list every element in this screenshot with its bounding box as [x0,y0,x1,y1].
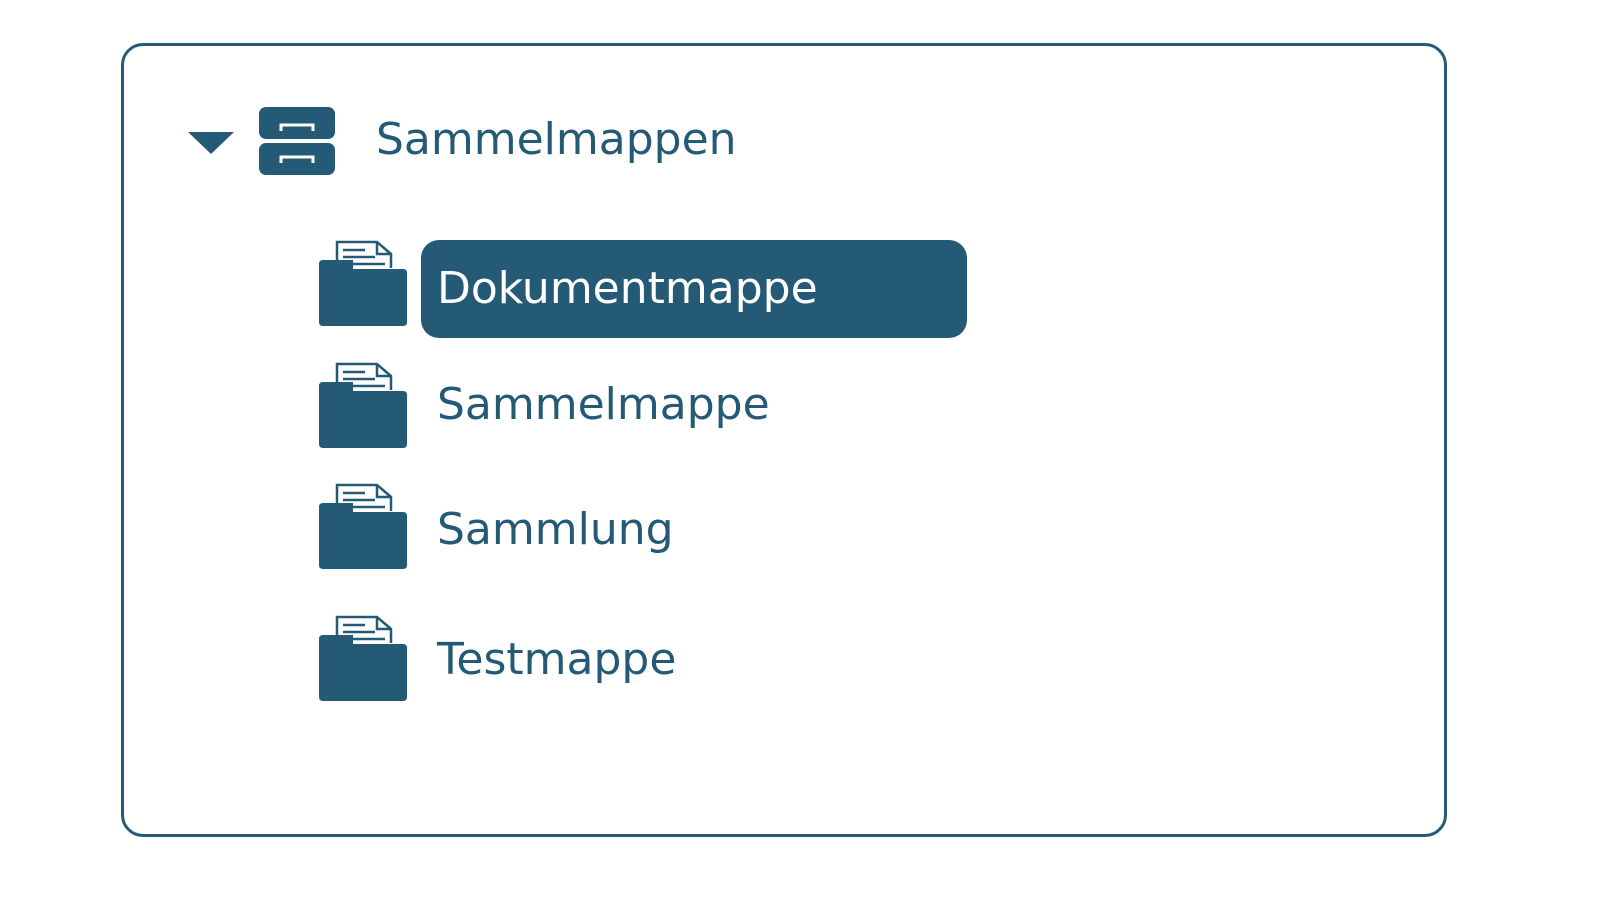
tree-item-sammelmappe[interactable]: Sammelmappe [319,362,1019,462]
folder-with-document-icon [319,483,407,569]
tree-item-testmappe[interactable]: Testmappe [319,615,1019,715]
folder-with-document-icon [319,362,407,448]
tree-item-sammlung[interactable]: Sammlung [319,483,1019,583]
tree-item-label: Dokumentmappe [437,263,818,314]
folder-with-document-icon [319,615,407,701]
tree-root-label: Sammelmappen [376,114,737,165]
tree-item-label-wrap[interactable]: Sammelmappe [421,356,786,454]
tree-item-label: Testmappe [437,634,677,685]
tree-item-label: Sammlung [437,504,674,555]
file-cabinet-icon [259,107,335,175]
tree-item-selected-highlight[interactable]: Dokumentmappe [421,240,967,338]
tree-item-label: Sammelmappe [437,379,770,430]
folder-tree-panel: Sammelmappen Dokumentmappe Sammelmappe S… [121,43,1447,837]
tree-item-label-wrap[interactable]: Testmappe [421,611,692,709]
tree-root-row[interactable]: Sammelmappen [124,46,1444,246]
caret-down-icon[interactable] [188,132,234,154]
tree-item-dokumentmappe[interactable]: Dokumentmappe [319,240,1019,340]
folder-with-document-icon [319,240,407,326]
tree-item-label-wrap[interactable]: Sammlung [421,481,690,579]
